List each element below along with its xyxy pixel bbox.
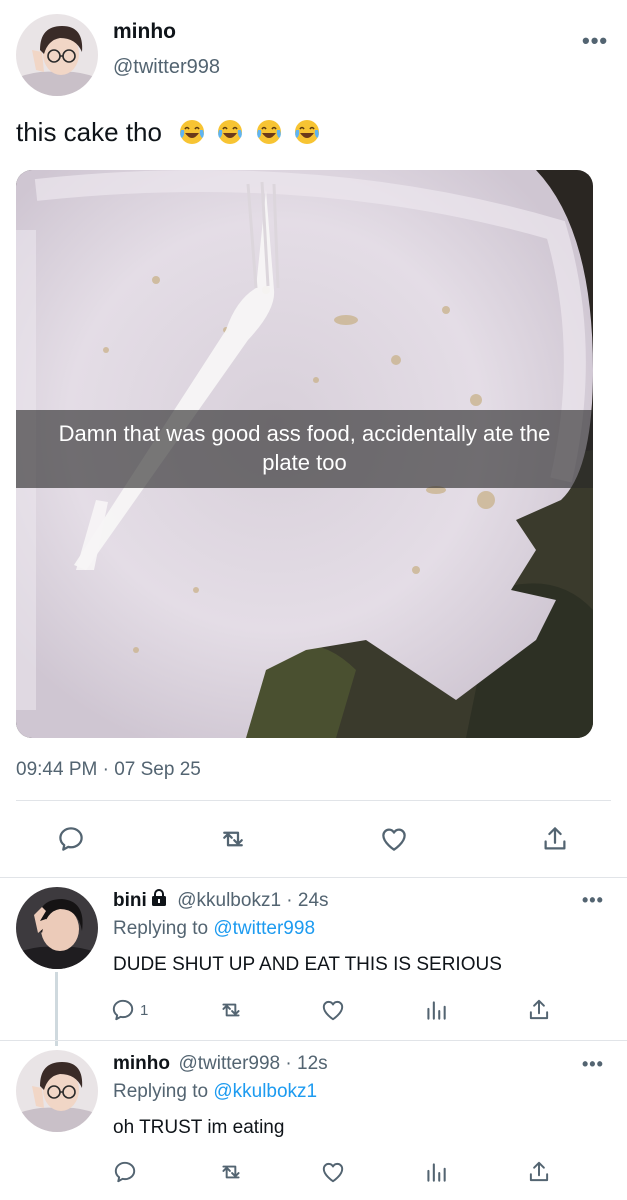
tweet-text: this cake tho — [16, 117, 321, 148]
reply-count: 1 — [140, 1001, 149, 1019]
divider — [0, 1040, 627, 1041]
replying-to-label: Replying to — [113, 1081, 214, 1102]
reply-icon — [114, 1161, 136, 1183]
share-icon — [529, 1161, 549, 1182]
like-button[interactable] — [375, 820, 413, 858]
avatar[interactable] — [16, 14, 98, 96]
analytics-icon — [427, 1001, 446, 1020]
retweet-button[interactable] — [214, 820, 252, 858]
reply-button[interactable] — [52, 820, 90, 858]
avatar-photo — [16, 887, 98, 969]
thread-connector-line — [55, 972, 58, 1046]
author-handle[interactable]: @kkulbokz1 · 24s — [177, 890, 328, 911]
retweet-icon — [222, 1003, 240, 1017]
analytics-button[interactable] — [419, 995, 453, 1025]
face-with-tears-of-joy-icon — [294, 120, 319, 144]
more-options-icon[interactable]: ••• — [582, 890, 604, 911]
retweet-button[interactable] — [214, 1157, 248, 1187]
face-with-tears-of-joy-icon — [218, 120, 243, 144]
divider — [16, 800, 611, 801]
share-button[interactable] — [522, 1157, 556, 1187]
reply-text: oh TRUST im eating — [113, 1117, 285, 1138]
like-button[interactable] — [316, 995, 350, 1025]
retweet-icon — [222, 1165, 240, 1179]
more-options-icon[interactable]: ••• — [582, 1054, 604, 1075]
analytics-button[interactable] — [419, 1157, 453, 1187]
author-name[interactable]: bini — [113, 890, 147, 911]
face-with-tears-of-joy-icon — [256, 120, 281, 144]
retweet-button[interactable] — [214, 995, 248, 1025]
reply-icon — [112, 999, 134, 1021]
replying-to: Replying to @twitter998 — [113, 918, 315, 940]
share-button[interactable] — [536, 820, 574, 858]
replying-to-label: Replying to — [113, 918, 214, 939]
mention-link[interactable]: @twitter998 — [213, 918, 315, 939]
like-icon — [382, 828, 406, 851]
author-name[interactable]: minho — [113, 20, 176, 44]
tweet-timestamp[interactable]: 09:44 PM · 07 Sep 25 — [16, 759, 201, 781]
author-name[interactable]: minho — [113, 1053, 170, 1074]
replying-to: Replying to @kkulbokz1 — [113, 1081, 317, 1103]
analytics-icon — [427, 1163, 446, 1182]
mention-link[interactable]: @kkulbokz1 — [213, 1081, 317, 1102]
author-handle[interactable]: @twitter998 · 12s — [178, 1053, 327, 1074]
more-options-icon[interactable]: ••• — [582, 28, 608, 54]
image-caption: Damn that was good ass food, accidentall… — [16, 410, 593, 488]
reply-icon — [59, 827, 83, 851]
share-button[interactable] — [522, 995, 556, 1025]
like-button[interactable] — [316, 1157, 350, 1187]
reply-button[interactable]: 1 — [110, 995, 148, 1025]
avatar[interactable] — [16, 887, 98, 969]
avatar[interactable] — [16, 1050, 98, 1132]
reply-header: bini @kkulbokz1 · 24s — [113, 889, 329, 912]
tweet-text-content: this cake tho — [16, 117, 162, 147]
like-icon — [322, 1000, 344, 1021]
avatar-photo — [16, 14, 98, 96]
author-handle[interactable]: @twitter998 — [113, 56, 220, 79]
avatar-photo — [16, 1050, 98, 1132]
face-with-tears-of-joy-icon — [180, 120, 205, 144]
divider — [0, 877, 627, 878]
like-icon — [322, 1162, 344, 1183]
reply-button[interactable] — [110, 1157, 140, 1187]
share-icon — [529, 999, 549, 1020]
reply-header: minho @twitter998 · 12s — [113, 1053, 328, 1075]
lock-icon — [151, 889, 166, 906]
reply-text: DUDE SHUT UP AND EAT THIS IS SERIOUS — [113, 954, 502, 975]
tweet-image[interactable]: Damn that was good ass food, accidentall… — [16, 170, 593, 738]
share-icon — [544, 827, 566, 850]
retweet-icon — [223, 831, 243, 847]
